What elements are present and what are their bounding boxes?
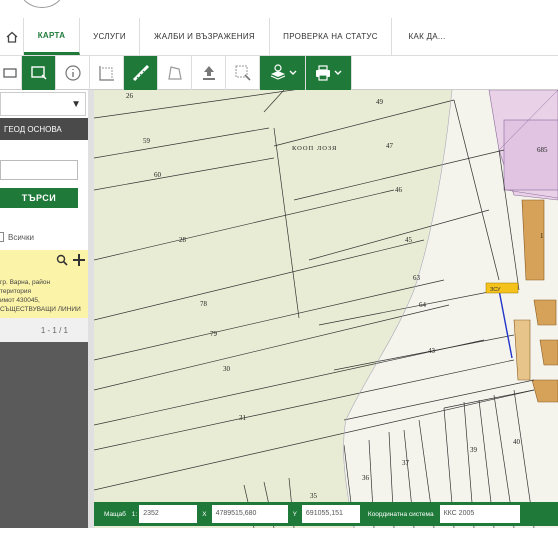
upload-button[interactable] <box>192 56 226 90</box>
parcel-label: 28 <box>179 236 187 244</box>
zoom-box-button[interactable] <box>226 56 260 90</box>
parcel-label: 64 <box>419 301 427 309</box>
cadastral-map[interactable]: 26 49 59 47 60 46 28 45 63 78 64 79 43 3… <box>94 90 558 528</box>
info-icon <box>64 65 81 81</box>
marker-line <box>498 289 513 359</box>
scale-input[interactable]: 2352 <box>139 505 198 523</box>
zoom-box-icon <box>235 65 251 81</box>
parcel-label: 35 <box>310 492 318 500</box>
x-label: X <box>202 510 207 518</box>
parcel-label: 1 <box>540 232 544 240</box>
building-block <box>513 319 531 381</box>
marker-label: ЗСУ <box>490 287 501 293</box>
checkbox-icon <box>0 232 4 242</box>
map-toolbar <box>0 56 558 90</box>
building-block <box>531 379 558 403</box>
x-coordinate-field[interactable]: 4789515,680 <box>211 505 288 523</box>
ruler-button[interactable] <box>124 56 158 90</box>
select-rect-button[interactable] <box>0 56 22 90</box>
parcel-label: 36 <box>362 474 370 482</box>
select-rect-icon <box>2 68 17 78</box>
scale-prefix: 1: <box>131 510 138 518</box>
building-block <box>521 199 545 281</box>
main-nav: КАРТА УСЛУГИ ЖАЛБИ И ВЪЗРАЖЕНИЯ ПРОВЕРКА… <box>0 18 558 56</box>
result-tools <box>56 253 86 267</box>
search-button[interactable]: ТЪРСИ <box>0 188 78 208</box>
tab-map[interactable]: КАРТА <box>24 18 80 55</box>
parcel-label: 30 <box>223 365 231 373</box>
building-block <box>533 299 557 326</box>
chevron-down-icon: ▼ <box>71 99 81 110</box>
measure-grid-icon <box>98 66 114 81</box>
home-icon <box>6 31 17 43</box>
parcel-label: 60 <box>154 171 162 179</box>
parcel-label: 78 <box>200 300 208 308</box>
panel-empty-area <box>0 342 88 528</box>
tab-status-check[interactable]: ПРОВЕРКА НА СТАТУС <box>270 18 392 55</box>
zoom-to-icon[interactable] <box>56 254 68 266</box>
add-icon[interactable] <box>72 253 86 267</box>
parcel-label: 31 <box>239 414 247 422</box>
polygon-button[interactable] <box>158 56 192 90</box>
select-rect-active-button[interactable] <box>22 56 56 90</box>
building-block <box>539 339 558 366</box>
logo <box>20 0 64 8</box>
result-line: гр. Варна, район <box>0 279 51 286</box>
home-button[interactable] <box>0 18 24 55</box>
scale-label: Мащаб <box>104 510 126 518</box>
parcel-label: 49 <box>376 98 384 106</box>
search-result-item[interactable]: гр. Варна, район територия имот 430045, … <box>0 250 88 318</box>
parcel-label: 59 <box>143 137 151 145</box>
crs-label: Координатна система <box>367 510 434 518</box>
result-text: гр. Варна, район територия имот 430045, … <box>0 278 81 314</box>
select-all-checkbox[interactable]: Всички <box>0 232 34 242</box>
parcel-label: 45 <box>405 236 413 244</box>
area-label: КООП ЛОЗЯ <box>292 145 337 152</box>
print-icon <box>315 65 341 81</box>
tab-services[interactable]: УСЛУГИ <box>80 18 140 55</box>
panel-header: ГЕОД ОСНОВА <box>0 118 88 140</box>
search-input[interactable] <box>0 160 78 180</box>
layers-icon <box>270 64 296 80</box>
y-coordinate-field[interactable]: 691055,151 <box>301 505 360 523</box>
result-pager: 1 - 1 / 1 <box>0 318 88 342</box>
layers-button[interactable] <box>260 56 306 90</box>
tab-complaints[interactable]: ЖАЛБИ И ВЪЗРАЖЕНИЯ <box>140 18 270 55</box>
coordinates-bar: Мащаб 1: 2352 X 4789515,680 Y 691055,151… <box>94 502 558 526</box>
parcel-label: 47 <box>386 142 394 150</box>
y-label: Y <box>292 510 297 518</box>
ruler-icon <box>132 64 149 82</box>
parcel-label: 26 <box>126 92 134 100</box>
parcel-label: 39 <box>470 446 478 454</box>
result-line: територия <box>0 288 32 295</box>
map-canvas[interactable]: 26 49 59 47 60 46 28 45 63 78 64 79 43 3… <box>94 90 558 528</box>
urban-block <box>503 119 558 191</box>
result-line: СЪЩЕСТВУВАЩИ ЛИНИИ <box>0 306 81 313</box>
print-button[interactable] <box>306 56 352 90</box>
parcel-label: 79 <box>210 330 218 338</box>
polygon-icon <box>167 66 182 80</box>
select-rect-active-icon <box>30 66 46 80</box>
upload-icon <box>202 66 215 80</box>
parcel-label: 63 <box>413 274 421 282</box>
info-button[interactable] <box>56 56 90 90</box>
parcel-label: 43 <box>428 347 436 355</box>
result-line: имот 430045, <box>0 297 40 304</box>
measure-grid-button[interactable] <box>90 56 124 90</box>
parcel-label: 40 <box>513 438 521 446</box>
tab-how-to[interactable]: КАК ДА... <box>392 18 462 55</box>
crs-select[interactable]: ККС 2005 <box>439 505 520 523</box>
parcel-label: 37 <box>402 459 410 467</box>
parcel-label: 685 <box>537 146 548 154</box>
checkbox-label: Всички <box>8 232 34 242</box>
parcel-label: 46 <box>395 186 403 194</box>
agricultural-area <box>94 90 452 528</box>
header: КАРТА УСЛУГИ ЖАЛБИ И ВЪЗРАЖЕНИЯ ПРОВЕРКА… <box>0 0 558 56</box>
search-panel: ▼ ГЕОД ОСНОВА ТЪРСИ Всички гр. Варна, ра… <box>0 90 88 528</box>
footer-strip <box>0 528 558 544</box>
layer-select[interactable]: ▼ <box>0 92 86 116</box>
